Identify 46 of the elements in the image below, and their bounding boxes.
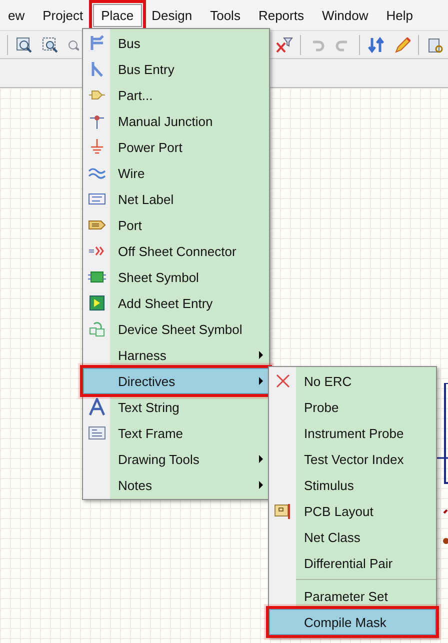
clear-filter-icon[interactable]	[275, 36, 294, 54]
menu-item[interactable]: Help	[378, 4, 421, 26]
menu-item[interactable]: Differential Pair	[269, 550, 436, 576]
device-sheet-icon	[88, 320, 106, 338]
menu-item[interactable]: Net Class	[269, 524, 436, 550]
menu-item[interactable]: Parameter Set	[269, 583, 436, 609]
text-frame-icon	[88, 424, 106, 442]
menu-item[interactable]: Drawing Tools	[83, 446, 269, 472]
menu-item[interactable]: Stimulus	[269, 472, 436, 498]
menu-item[interactable]: Tools	[202, 4, 248, 26]
menu-item[interactable]: Wire	[83, 160, 269, 186]
menu-item[interactable]: Design	[144, 4, 200, 26]
menu-item[interactable]: Window	[314, 4, 376, 26]
menu-item[interactable]: Project	[34, 4, 92, 26]
menu-item[interactable]: Harness	[83, 342, 269, 368]
menu-item[interactable]: Text String	[83, 394, 269, 420]
menu-item[interactable]: PCB Layout	[269, 498, 436, 524]
menu-item[interactable]: Power Port	[83, 134, 269, 160]
menu-item[interactable]: Device Sheet Symbol	[83, 316, 269, 342]
menu-item[interactable]: Add Sheet Entry	[83, 290, 269, 316]
zoom-icon[interactable]	[14, 36, 33, 54]
cross-icon	[274, 372, 292, 390]
menu-item[interactable]: Part...	[83, 82, 269, 108]
pencil-icon[interactable]	[393, 36, 412, 54]
menu-item[interactable]: Instrument Probe	[269, 420, 436, 446]
menu-item[interactable]: Compile Mask	[269, 609, 436, 635]
menu-item[interactable]: Notes	[83, 472, 269, 498]
menu-item[interactable]: Sheet Symbol	[83, 264, 269, 290]
pcb-icon	[274, 502, 292, 520]
menu-item[interactable]: Net Label	[83, 186, 269, 212]
sheet-entry-icon	[88, 294, 106, 312]
menu-item[interactable]: Test Vector Index	[269, 446, 436, 472]
text-icon	[88, 398, 106, 416]
menu-item[interactable]: Bus Entry	[83, 56, 269, 82]
menu-item[interactable]: Probe	[269, 394, 436, 420]
clipboard-icon[interactable]	[426, 36, 444, 54]
menu-item[interactable]: Off Sheet Connector	[83, 238, 269, 264]
menu-item[interactable]: Directives	[83, 368, 269, 394]
zoom-selection-icon[interactable]	[40, 36, 59, 54]
menu-item[interactable]: No ERC	[269, 368, 436, 394]
menu-item[interactable]: Reports	[250, 4, 312, 26]
menu-item[interactable]: Port	[83, 212, 269, 238]
menu-item[interactable]: ew	[0, 4, 33, 26]
sort-arrows-icon[interactable]	[367, 36, 386, 54]
menu-item[interactable]: Manual Junction	[83, 108, 269, 134]
menu-item[interactable]: Text Frame	[83, 420, 269, 446]
